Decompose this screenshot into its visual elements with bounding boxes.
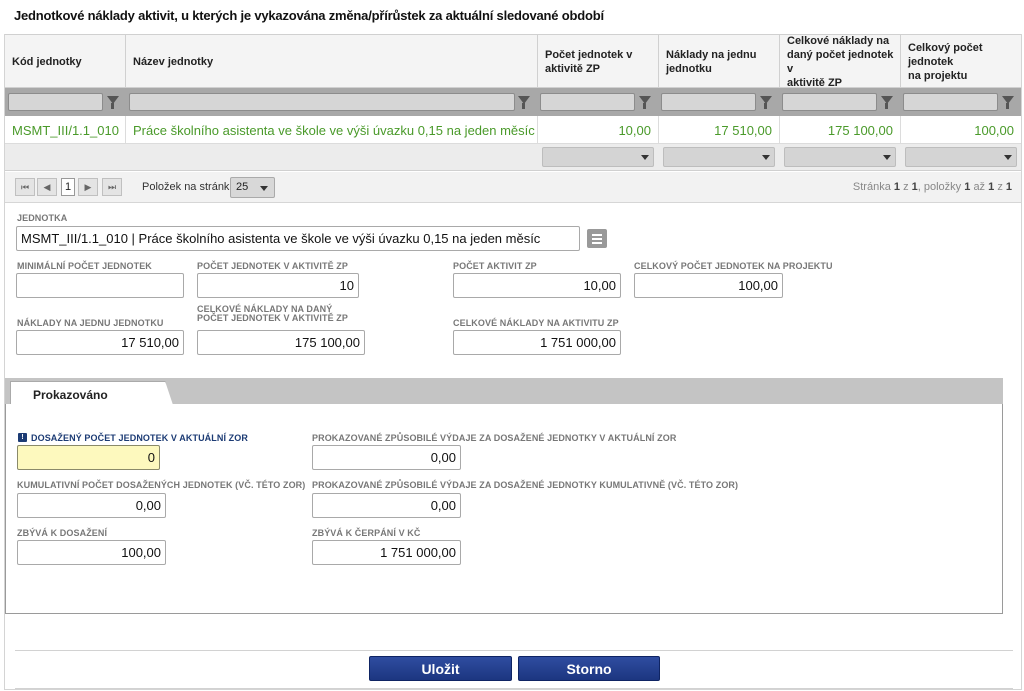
- celkove-aktivita-label: CELKOVÉ NÁKLADY NA AKTIVITU ZP: [453, 318, 619, 328]
- zbyva-kc-label: ZBÝVÁ K ČERPÁNÍ V KČ: [312, 528, 421, 538]
- cell-celkovy-pocet: 100,00: [974, 122, 1014, 138]
- tab-bar: Prokazováno příjemcem: [5, 378, 1003, 416]
- filter-row: [5, 88, 1021, 116]
- aggregate-select[interactable]: [542, 147, 654, 167]
- last-page-button[interactable]: ⏭: [102, 178, 122, 196]
- zbyva-label: ZBÝVÁ K DOSAŽENÍ: [17, 528, 108, 538]
- chevron-down-icon: [883, 155, 891, 160]
- zbyva-kc-field[interactable]: 1 751 000,00: [312, 540, 461, 565]
- filter-input-celkovy-pocet[interactable]: [903, 93, 998, 111]
- chevron-down-icon: [1004, 155, 1012, 160]
- chevron-down-icon: [260, 186, 268, 191]
- celkovy-pocet-field[interactable]: 100,00: [634, 273, 783, 298]
- cell-pocet: 10,00: [538, 116, 659, 144]
- celkove-naklady-label: CELKOVÉ NÁKLADY NA DANÝ POČET JEDNOTEK V …: [197, 304, 348, 323]
- page-number[interactable]: 1: [61, 178, 75, 196]
- pocet-aktivite-label: POČET JEDNOTEK V AKTIVITĚ ZP: [197, 261, 348, 271]
- aggregate-select[interactable]: [663, 147, 775, 167]
- save-button[interactable]: Uložit: [369, 656, 512, 681]
- prev-page-button[interactable]: ◀: [37, 178, 57, 196]
- section-title: Jednotkové náklady aktivit, u kterých je…: [14, 8, 604, 23]
- filter-input-kod[interactable]: [8, 93, 103, 111]
- cancel-button[interactable]: Storno: [518, 656, 660, 681]
- dosazeny-label: DOSAŽENÝ POČET JEDNOTEK V AKTUÁLNÍ ZOR: [31, 433, 248, 443]
- prok-vydaje-field[interactable]: 0,00: [312, 445, 461, 470]
- aggregate-select[interactable]: [784, 147, 896, 167]
- prok-kumul-label: PROKAZOVANÉ ZPŮSOBILÉ VÝDAJE ZA DOSAŽENÉ…: [312, 480, 739, 490]
- prok-vydaje-label: PROKAZOVANÉ ZPŮSOBILÉ VÝDAJE ZA DOSAŽENÉ…: [312, 433, 677, 443]
- filter-icon[interactable]: [760, 96, 772, 109]
- filter-input-pocet[interactable]: [540, 93, 635, 111]
- first-page-button[interactable]: ⏮: [15, 178, 35, 196]
- cell-kod: MSMT_III/1.1_010: [5, 116, 126, 144]
- divider: [15, 688, 1013, 689]
- naklady-jednotka-field[interactable]: 17 510,00: [16, 330, 184, 355]
- column-header-naklady-jednotka[interactable]: Náklady na jednu jednotku: [659, 35, 780, 89]
- chevron-down-icon: [762, 155, 770, 160]
- column-header-kod[interactable]: Kód jednotky: [5, 35, 126, 89]
- filter-input-nazev[interactable]: [129, 93, 515, 111]
- naklady-jednotka-label: NÁKLADY NA JEDNU JEDNOTKU: [17, 318, 164, 328]
- column-header-pocet[interactable]: Počet jednotek v aktivitě ZP: [538, 35, 659, 89]
- filter-icon[interactable]: [518, 96, 530, 109]
- pocet-aktivite-field[interactable]: 10: [197, 273, 359, 298]
- zbyva-field[interactable]: 100,00: [17, 540, 166, 565]
- pager: ⏮ ◀ 1 ▶ ⏭ Položek na stránku 25 Stránka …: [5, 172, 1021, 203]
- divider: [15, 650, 1013, 651]
- filter-input-naklady-jednotka[interactable]: [661, 93, 756, 111]
- list-icon[interactable]: [587, 229, 607, 248]
- cell-celkove-naklady: 175 100,00: [780, 116, 901, 144]
- filter-icon[interactable]: [881, 96, 893, 109]
- kumul-pocet-label: KUMULATIVNÍ POČET DOSAŽENÝCH JEDNOTEK (V…: [17, 480, 306, 490]
- filter-icon[interactable]: [1002, 96, 1014, 109]
- pager-info: Stránka 1 z 1, položky 1 až 1 z 1: [852, 181, 1012, 193]
- cell-naklady-jednotka: 17 510,00: [659, 116, 780, 144]
- aggregate-select[interactable]: [905, 147, 1017, 167]
- jednotka-field[interactable]: MSMT_III/1.1_010 | Práce školního asiste…: [16, 226, 580, 251]
- pocet-aktivit-field[interactable]: 10,00: [453, 273, 621, 298]
- pocet-aktivit-label: POČET AKTIVIT ZP: [453, 261, 537, 271]
- per-page-select[interactable]: 25: [230, 177, 275, 198]
- filter-icon[interactable]: [639, 96, 651, 109]
- dosazeny-field[interactable]: 0: [17, 445, 160, 470]
- celkovy-pocet-label: CELKOVÝ POČET JEDNOTEK NA PROJEKTU: [634, 261, 833, 271]
- next-page-button[interactable]: ▶: [78, 178, 98, 196]
- min-pocet-field[interactable]: [16, 273, 184, 298]
- required-icon: !: [18, 433, 27, 442]
- column-header-celkovy-pocet[interactable]: Celkový počet jednotek na projektu: [901, 35, 1021, 89]
- cell-nazev: Práce školního asistenta ve škole ve výš…: [126, 116, 538, 144]
- tab-prokazovano[interactable]: Prokazováno příjemcem: [10, 381, 173, 416]
- chevron-down-icon: [641, 155, 649, 160]
- filter-input-celkove-naklady[interactable]: [782, 93, 877, 111]
- column-header-celkove-naklady[interactable]: Celkové náklady na daný počet jednotek va…: [780, 35, 901, 89]
- prok-kumul-field[interactable]: 0,00: [312, 493, 461, 518]
- celkove-naklady-field[interactable]: 175 100,00: [197, 330, 365, 355]
- jednotka-label: JEDNOTKA: [17, 213, 68, 223]
- filter-icon[interactable]: [107, 96, 119, 109]
- per-page-label: Položek na stránku: [142, 181, 236, 193]
- celkove-aktivita-field[interactable]: 1 751 000,00: [453, 330, 621, 355]
- column-header-nazev[interactable]: Název jednotky: [126, 35, 538, 89]
- grid-header: Kód jednotky Název jednotky Počet jednot…: [5, 34, 1021, 89]
- summary-row: [5, 144, 1021, 171]
- table-row[interactable]: MSMT_III/1.1_010 Práce školního asistent…: [5, 116, 1021, 144]
- min-pocet-label: MINIMÁLNÍ POČET JEDNOTEK: [17, 261, 152, 271]
- kumul-pocet-field[interactable]: 0,00: [17, 493, 166, 518]
